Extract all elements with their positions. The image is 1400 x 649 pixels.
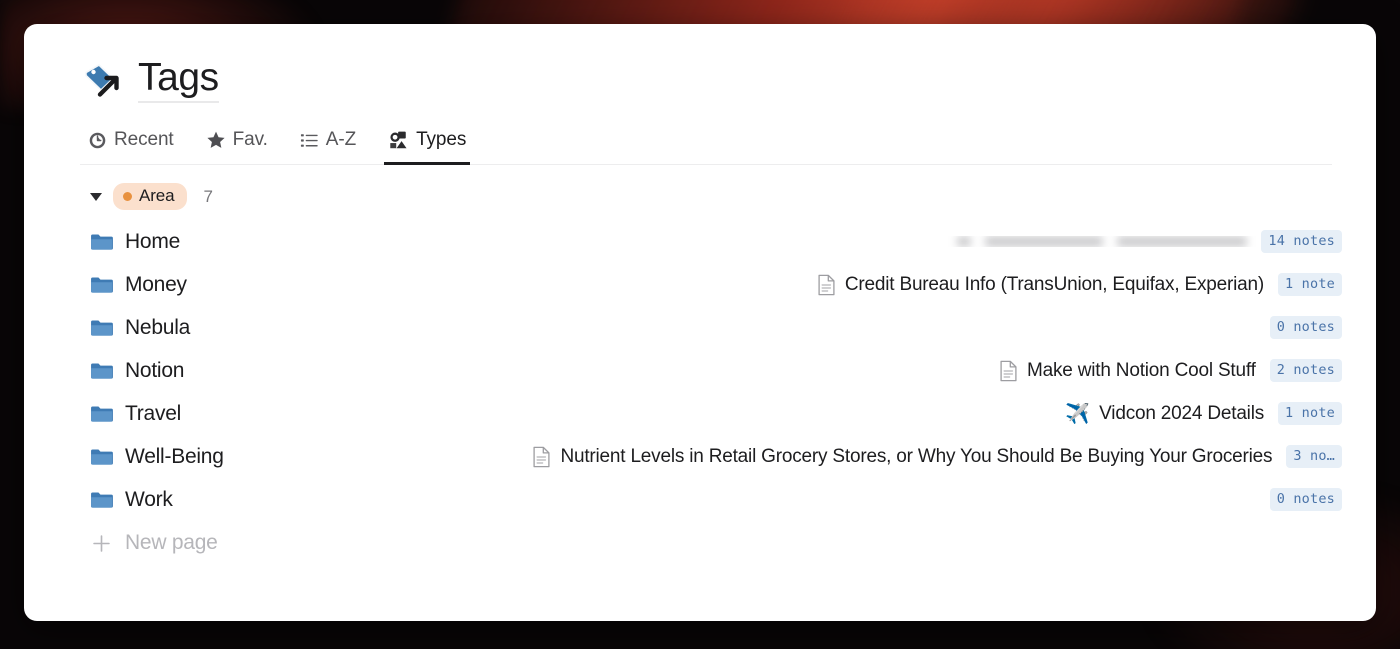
blurred-preview <box>957 236 1248 247</box>
row-left: Work <box>90 488 173 512</box>
table-row[interactable]: Money Credit Bureau Info (TransUnion, Eq… <box>90 263 1354 306</box>
row-name: Notion <box>125 358 185 382</box>
folder-icon <box>90 232 113 251</box>
tab-types-label: Types <box>416 129 467 150</box>
folder-icon <box>90 318 113 337</box>
tab-alphabetical-label: A-Z <box>325 129 357 150</box>
tab-recent[interactable]: Recent <box>84 125 178 165</box>
preview-title: Vidcon 2024 Details <box>1099 402 1265 424</box>
row-left: Nebula <box>90 316 190 340</box>
tab-favorites-label: Fav. <box>232 129 268 150</box>
preview-note[interactable]: Make with Notion Cool Stuff <box>999 360 1256 382</box>
row-preview <box>180 236 1261 247</box>
preview-title: Credit Bureau Info (TransUnion, Equifax,… <box>844 273 1265 295</box>
row-left: Home <box>90 230 180 254</box>
note-count-badge: 2 notes <box>1269 359 1342 382</box>
tab-types[interactable]: Types <box>384 125 471 165</box>
type-chip-area[interactable]: Area <box>113 183 187 210</box>
folder-icon <box>90 275 113 294</box>
row-name: Well-Being <box>125 444 224 468</box>
tab-favorites[interactable]: Fav. <box>202 125 272 165</box>
row-preview: Credit Bureau Info (TransUnion, Equifax,… <box>187 274 1278 296</box>
star-icon <box>206 130 226 150</box>
blur-chunk <box>985 236 1104 247</box>
table-row[interactable]: Nebula 0 notes <box>90 306 1354 349</box>
caret-down-icon[interactable] <box>90 192 102 201</box>
type-color-dot <box>123 191 132 201</box>
note-count-badge: 0 notes <box>1269 316 1342 339</box>
note-count-badge: 14 notes <box>1261 230 1342 253</box>
blur-chunk <box>1117 236 1248 247</box>
shapes-icon <box>388 130 409 150</box>
group-count: 7 <box>203 186 213 206</box>
table-row[interactable]: Travel ✈️ Vidcon 2024 Details 1 note <box>90 392 1354 435</box>
note-count-badge: 3 no… <box>1286 445 1342 468</box>
note-count-badge: 1 note <box>1278 402 1342 425</box>
new-page-button[interactable]: New page <box>80 521 1354 565</box>
document-icon <box>817 274 836 296</box>
plus-icon <box>91 533 112 554</box>
folder-icon <box>90 361 113 380</box>
app-window: Tags Recent Fav. A-Z Types Area 7 Home 1… <box>24 24 1376 621</box>
row-name: Home <box>125 229 181 253</box>
folder-icon <box>90 404 113 423</box>
tab-recent-label: Recent <box>114 129 174 150</box>
note-count-badge: 1 note <box>1278 273 1342 296</box>
folder-icon <box>90 490 113 509</box>
document-icon <box>999 360 1018 382</box>
row-name: Travel <box>125 401 182 425</box>
row-name: Work <box>125 487 173 511</box>
page-header: Tags <box>80 58 1354 103</box>
blur-chunk <box>957 236 972 247</box>
table-row[interactable]: Work 0 notes <box>90 478 1354 521</box>
clock-icon <box>88 131 107 150</box>
airplane-icon: ✈️ <box>1065 402 1091 425</box>
table-row[interactable]: Well-Being Nutrient Levels in Retail Gro… <box>90 435 1354 478</box>
row-preview: ✈️ Vidcon 2024 Details <box>181 403 1278 425</box>
tab-bar: Recent Fav. A-Z Types <box>80 125 1332 165</box>
table-row[interactable]: Home 14 notes <box>90 220 1354 263</box>
preview-title: Nutrient Levels in Retail Grocery Stores… <box>560 445 1273 467</box>
row-left: Well-Being <box>90 445 224 469</box>
tab-alphabetical[interactable]: A-Z <box>296 125 360 165</box>
tag-list: Home 14 notes Money Credit Bureau Info (… <box>80 220 1354 521</box>
row-name: Nebula <box>125 315 191 339</box>
group-header-area: Area 7 <box>80 165 1354 220</box>
row-left: Notion <box>90 359 184 383</box>
document-icon <box>532 446 551 468</box>
note-count-badge: 0 notes <box>1269 488 1342 511</box>
table-row[interactable]: Notion Make with Notion Cool Stuff 2 not… <box>90 349 1354 392</box>
tag-arrow-icon <box>80 59 124 103</box>
preview-note[interactable]: Credit Bureau Info (TransUnion, Equifax,… <box>817 274 1264 296</box>
type-chip-label: Area <box>139 186 175 205</box>
row-preview: Make with Notion Cool Stuff <box>184 360 1270 382</box>
row-name: Money <box>125 272 187 296</box>
row-left: Money <box>90 273 187 297</box>
new-page-label: New page <box>125 531 218 554</box>
preview-note[interactable]: Nutrient Levels in Retail Grocery Stores… <box>532 446 1272 468</box>
preview-title: Make with Notion Cool Stuff <box>1027 359 1256 381</box>
row-left: Travel <box>90 402 181 426</box>
page-title: Tags <box>138 58 219 103</box>
preview-note[interactable]: ✈️ Vidcon 2024 Details <box>1065 403 1264 425</box>
folder-icon <box>90 447 113 466</box>
list-icon <box>300 131 319 150</box>
row-preview: Nutrient Levels in Retail Grocery Stores… <box>224 446 1287 468</box>
